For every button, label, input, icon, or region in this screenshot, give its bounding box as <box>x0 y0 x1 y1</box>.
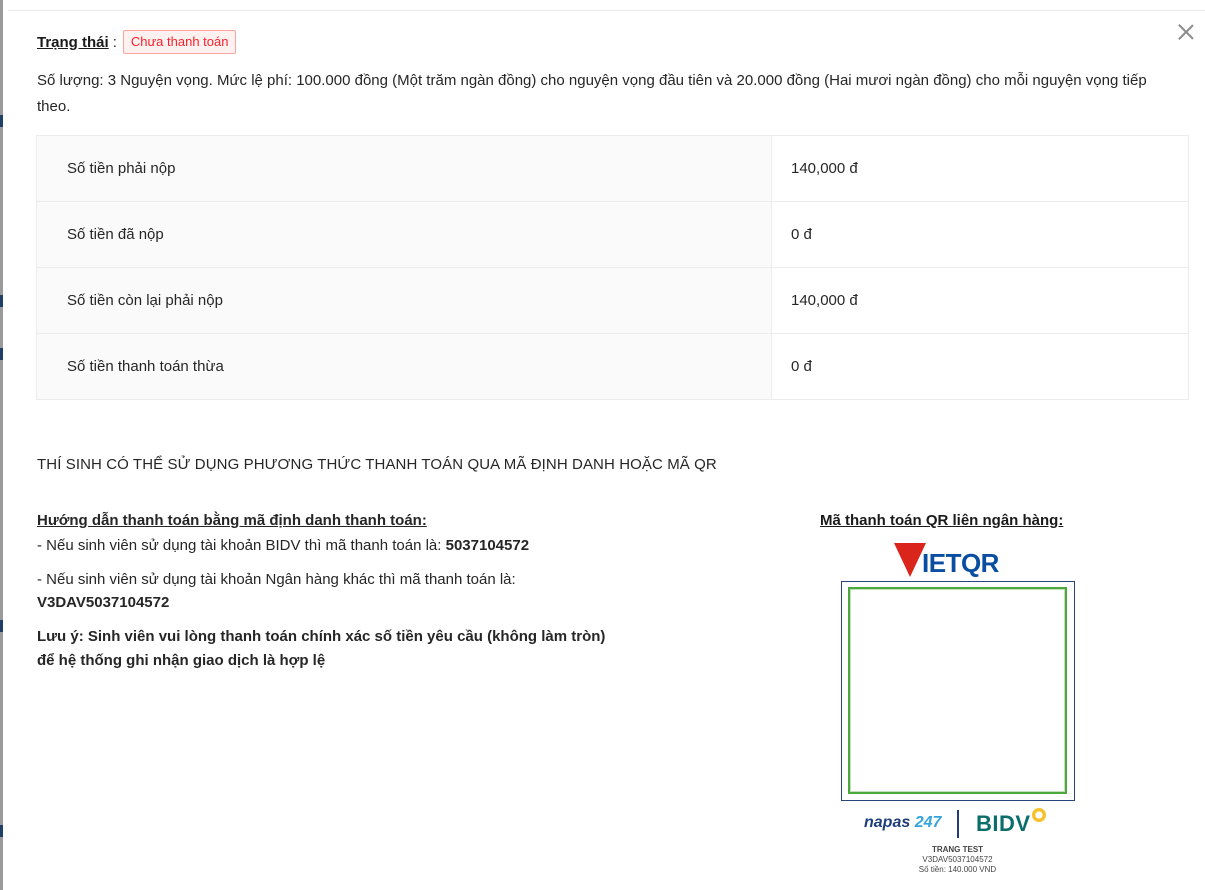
bidv-flower-icon <box>1032 808 1046 822</box>
other-bank-payment-code: V3DAV5037104572 <box>37 594 170 611</box>
status-label: Trạng thái <box>37 33 109 51</box>
napas-247-text: 247 <box>914 814 942 831</box>
napas-logo: napas 247 <box>864 814 941 832</box>
bidv-instruction-text: - Nếu sinh viên sử dụng tài khoản BIDV t… <box>37 537 446 554</box>
fee-label: Số tiền đã nộp <box>36 201 772 268</box>
fee-description: Số lượng: 3 Nguyện vọng. Mức lệ phí: 100… <box>37 72 1147 115</box>
status-row: Trạng thái : Chưa thanh toán <box>37 30 237 54</box>
status-colon: : <box>112 33 117 51</box>
fee-value: 140,000 đ <box>771 135 1189 202</box>
note-line-1: Lưu ý: Sinh viên vui lòng thanh toán chí… <box>37 628 606 645</box>
vietqr-logo-text: IETQR <box>922 548 999 578</box>
napas-logo-text: napas <box>864 814 911 831</box>
status-badge: Chưa thanh toán <box>122 30 237 54</box>
guide-title: Hướng dẫn thanh toán bằng mã định danh t… <box>37 512 427 529</box>
table-row: Số tiền thanh toán thừa 0 đ <box>36 333 1189 400</box>
qr-info: TRANG TEST V3DAV5037104572 Số tiền: 140.… <box>800 845 1115 875</box>
bidv-instruction: - Nếu sinh viên sử dụng tài khoản BIDV t… <box>37 534 737 557</box>
fee-label: Số tiền còn lại phải nộp <box>36 267 772 334</box>
fee-value: 140,000 đ <box>771 267 1189 334</box>
brand-divider <box>957 810 959 838</box>
vietqr-logo: IETQR <box>894 539 999 577</box>
note-line-2: để hệ thống ghi nhận giao dịch là hợp lệ <box>37 652 326 669</box>
fee-label: Số tiền thanh toán thừa <box>36 333 772 400</box>
fee-value: 0 đ <box>771 333 1189 400</box>
table-row: Số tiền đã nộp 0 đ <box>36 201 1189 268</box>
bidv-logo: BIDV <box>976 811 1031 836</box>
fee-table: Số tiền phải nộp 140,000 đ Số tiền đã nộ… <box>36 135 1189 400</box>
table-row: Số tiền còn lại phải nộp 140,000 đ <box>36 267 1189 334</box>
bidv-payment-code: 5037104572 <box>445 537 530 554</box>
qr-payment-code: V3DAV5037104572 <box>922 855 993 864</box>
payment-modal: Trạng thái : Chưa thanh toán Số lượng: 3… <box>0 0 1205 890</box>
qr-code-image <box>848 587 1067 794</box>
close-icon[interactable] <box>1175 22 1197 44</box>
table-row: Số tiền phải nộp 140,000 đ <box>36 135 1189 202</box>
qr-amount: Số tiền: 140.000 VND <box>918 865 997 874</box>
bank-brand-row: napas 247 BIDV <box>864 808 1054 838</box>
fee-value: 0 đ <box>771 201 1189 268</box>
payment-guide: Hướng dẫn thanh toán bằng mã định danh t… <box>37 512 737 673</box>
payment-method-notice: THÍ SINH CÓ THỂ SỬ DỤNG PHƯƠNG THỨC THAN… <box>37 456 717 473</box>
account-holder: TRANG TEST <box>931 845 984 854</box>
qr-title: Mã thanh toán QR liên ngân hàng: <box>820 512 1064 529</box>
other-bank-instruction: - Nếu sinh viên sử dụng tài khoản Ngân h… <box>37 571 516 588</box>
fee-label: Số tiền phải nộp <box>36 135 772 202</box>
qr-code-frame <box>841 581 1075 801</box>
